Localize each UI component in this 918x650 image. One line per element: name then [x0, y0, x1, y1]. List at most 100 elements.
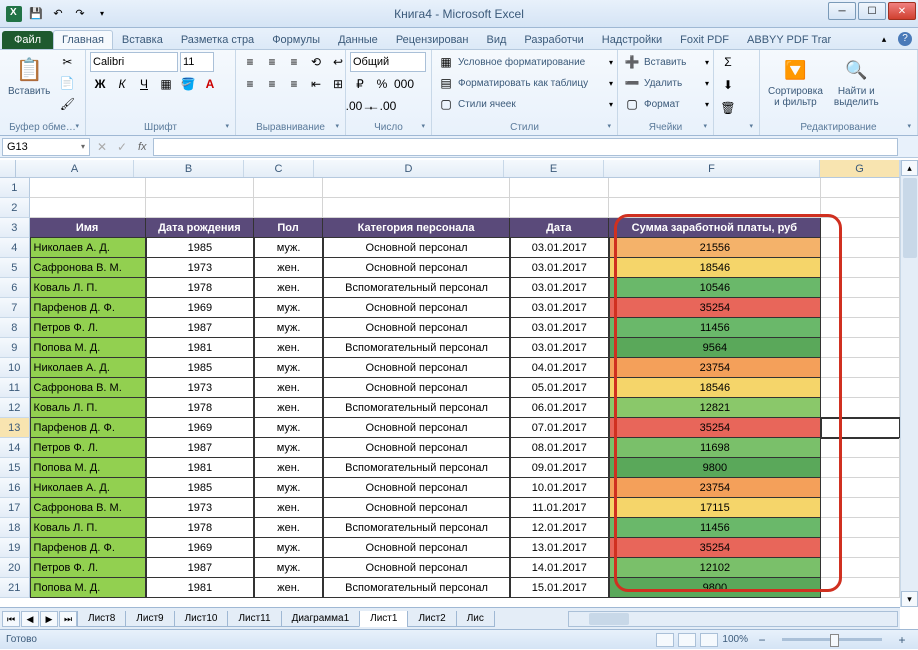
name-cell[interactable]: Попова М. Д. [30, 578, 146, 598]
sex-cell[interactable]: муж. [254, 478, 323, 498]
row-header[interactable]: 6 [0, 278, 30, 298]
indent-dec-icon[interactable]: ⇤ [306, 74, 326, 94]
name-cell[interactable]: Коваль Л. П. [30, 398, 146, 418]
salary-cell[interactable]: 11456 [609, 518, 822, 538]
vertical-scrollbar[interactable]: ▴ ▾ [900, 160, 918, 607]
salary-cell[interactable]: 11698 [609, 438, 822, 458]
date-cell[interactable]: 09.01.2017 [510, 458, 609, 478]
name-cell[interactable]: Николаев А. Д. [30, 238, 146, 258]
enter-icon[interactable]: ✓ [112, 137, 132, 157]
salary-cell[interactable]: 35254 [609, 538, 822, 558]
salary-cell[interactable]: 11456 [609, 318, 822, 338]
salary-cell[interactable]: 18546 [609, 378, 822, 398]
view-layout-icon[interactable] [678, 633, 696, 647]
birth-cell[interactable]: 1969 [146, 418, 254, 438]
category-cell[interactable]: Основной персонал [323, 258, 510, 278]
name-cell[interactable]: Сафронова В. М. [30, 378, 146, 398]
category-cell[interactable]: Основной персонал [323, 558, 510, 578]
date-cell[interactable]: 04.01.2017 [510, 358, 609, 378]
birth-cell[interactable]: 1973 [146, 498, 254, 518]
cell[interactable] [821, 258, 900, 278]
birth-cell[interactable]: 1981 [146, 458, 254, 478]
category-cell[interactable]: Основной персонал [323, 298, 510, 318]
cell[interactable] [821, 358, 900, 378]
date-cell[interactable]: 13.01.2017 [510, 538, 609, 558]
birth-cell[interactable]: 1985 [146, 358, 254, 378]
sex-cell[interactable]: жен. [254, 338, 323, 358]
salary-cell[interactable]: 18546 [609, 258, 822, 278]
name-cell[interactable]: Парфенов Д. Ф. [30, 298, 146, 318]
date-cell[interactable]: 03.01.2017 [510, 338, 609, 358]
row-header[interactable]: 1 [0, 178, 30, 198]
sex-cell[interactable]: жен. [254, 398, 323, 418]
align-middle-icon[interactable]: ≡ [262, 52, 282, 72]
dec-decimal-icon[interactable]: ←.00 [372, 96, 392, 116]
row-header[interactable]: 3 [0, 218, 30, 238]
zoom-slider[interactable] [782, 638, 882, 641]
cell[interactable] [609, 198, 822, 218]
format-painter-icon[interactable]: 🖌 [57, 94, 77, 114]
category-cell[interactable]: Основной персонал [323, 238, 510, 258]
sheet-tab[interactable]: Лист11 [227, 611, 281, 627]
cell[interactable] [609, 178, 822, 198]
fx-icon[interactable]: fx [132, 141, 153, 153]
row-header[interactable]: 11 [0, 378, 30, 398]
birth-cell[interactable]: 1985 [146, 478, 254, 498]
number-format-select[interactable] [350, 52, 426, 72]
find-select-button[interactable]: 🔍 Найти и выделить [830, 52, 883, 110]
qa-customize-icon[interactable]: ▾ [92, 4, 112, 24]
sex-cell[interactable]: муж. [254, 238, 323, 258]
sheet-nav-next-icon[interactable]: ▶ [40, 611, 58, 627]
wrap-text-icon[interactable]: ↩ [328, 52, 348, 72]
name-cell[interactable]: Парфенов Д. Ф. [30, 418, 146, 438]
row-header[interactable]: 2 [0, 198, 30, 218]
sex-cell[interactable]: жен. [254, 378, 323, 398]
sort-filter-button[interactable]: 🔽 Сортировка и фильтр [764, 52, 827, 110]
row-header[interactable]: 7 [0, 298, 30, 318]
row-header[interactable]: 16 [0, 478, 30, 498]
sheet-tab[interactable]: Лис [456, 611, 495, 627]
italic-icon[interactable]: К [112, 74, 132, 94]
currency-icon[interactable]: ₽ [350, 74, 370, 94]
row-header[interactable]: 19 [0, 538, 30, 558]
date-cell[interactable]: 15.01.2017 [510, 578, 609, 598]
scroll-thumb[interactable] [903, 178, 917, 258]
view-normal-icon[interactable] [656, 633, 674, 647]
ribbon-tab[interactable]: Формулы [263, 30, 329, 49]
cell[interactable] [30, 198, 146, 218]
cell[interactable] [821, 178, 900, 198]
cell[interactable] [821, 278, 900, 298]
category-cell[interactable]: Вспомогательный персонал [323, 458, 510, 478]
name-cell[interactable]: Сафронова В. М. [30, 498, 146, 518]
name-cell[interactable]: Петров Ф. Л. [30, 438, 146, 458]
cell[interactable] [510, 198, 609, 218]
cell[interactable] [821, 558, 900, 578]
redo-icon[interactable]: ↷ [70, 4, 90, 24]
cell[interactable] [254, 178, 323, 198]
font-color-icon[interactable]: A [200, 74, 220, 94]
ribbon-tab[interactable]: Рецензирован [387, 30, 478, 49]
ribbon-tab[interactable]: Вставка [113, 30, 172, 49]
column-header[interactable]: E [504, 160, 604, 177]
date-cell[interactable]: 07.01.2017 [510, 418, 609, 438]
format-as-table-button[interactable]: ▤Форматировать как таблицу▾ [436, 73, 613, 93]
birth-cell[interactable]: 1978 [146, 518, 254, 538]
column-header[interactable]: G [820, 160, 900, 177]
sex-cell[interactable]: жен. [254, 458, 323, 478]
delete-button[interactable]: ➖Удалить▾ [622, 73, 709, 93]
comma-icon[interactable]: 000 [394, 74, 414, 94]
salary-cell[interactable]: 23754 [609, 358, 822, 378]
salary-cell[interactable]: 17115 [609, 498, 822, 518]
paste-button[interactable]: 📋 Вставить [4, 52, 54, 99]
ribbon-tab[interactable]: Надстройки [593, 30, 671, 49]
cell[interactable] [323, 198, 510, 218]
sex-cell[interactable]: муж. [254, 418, 323, 438]
orientation-icon[interactable]: ⟲ [306, 52, 326, 72]
birth-cell[interactable]: 1981 [146, 338, 254, 358]
salary-cell[interactable]: 35254 [609, 418, 822, 438]
date-cell[interactable]: 03.01.2017 [510, 258, 609, 278]
sheet-nav-prev-icon[interactable]: ◀ [21, 611, 39, 627]
sex-cell[interactable]: муж. [254, 318, 323, 338]
sex-cell[interactable]: муж. [254, 558, 323, 578]
cell[interactable] [821, 458, 900, 478]
